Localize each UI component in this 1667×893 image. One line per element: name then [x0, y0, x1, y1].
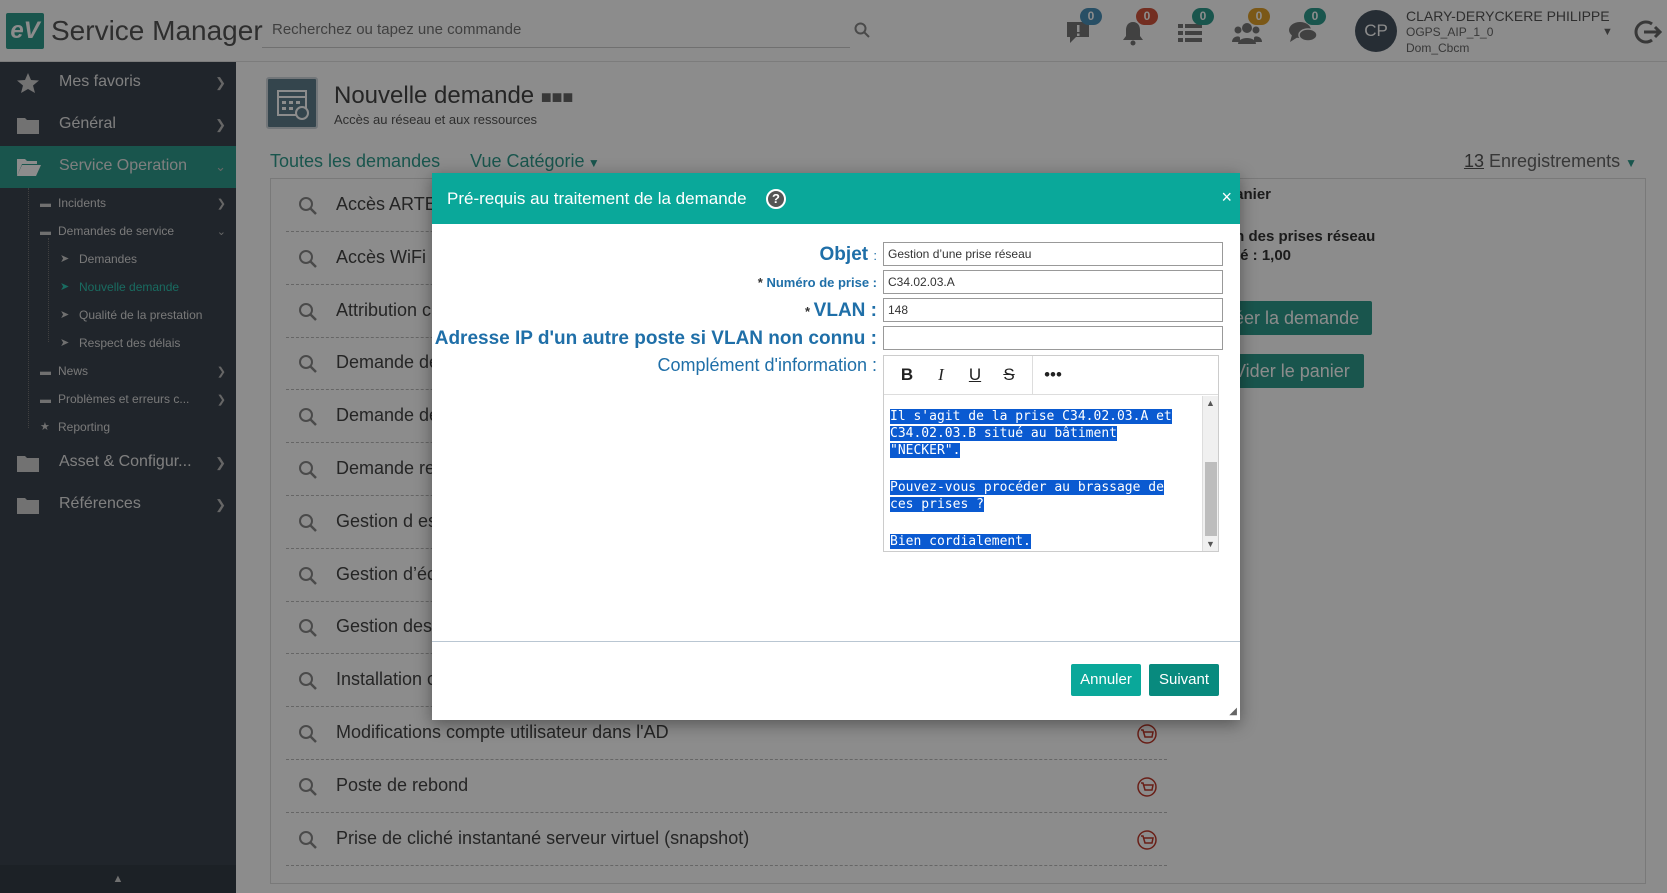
underline-icon[interactable]: U	[962, 364, 988, 386]
objet-label-text: Objet	[819, 244, 869, 265]
rich-text-editor[interactable]: B I U S ••• Il s'agit de la prise C34.02…	[883, 355, 1219, 552]
next-button[interactable]: Suivant	[1149, 664, 1219, 696]
editor-content[interactable]: Il s'agit de la prise C34.02.03.A et C34…	[884, 396, 1201, 551]
vlan-field[interactable]	[883, 298, 1223, 322]
help-icon[interactable]: ?	[766, 189, 786, 209]
prerequisites-dialog: Pré-requis au traitement de la demande ?…	[432, 173, 1240, 720]
editor-paragraph: Pouvez-vous procéder au brassage de ces …	[890, 479, 1195, 513]
selected-text: Bien cordialement.	[890, 534, 1031, 549]
ip-label: Adresse IP d'un autre poste si VLAN non …	[434, 328, 877, 349]
editor-scrollbar[interactable]: ▲ ▼	[1202, 396, 1218, 551]
selected-text: Il s'agit de la prise C34.02.03.A et C34…	[890, 409, 1172, 458]
dialog-header: Pré-requis au traitement de la demande ?…	[432, 173, 1240, 224]
scroll-thumb[interactable]	[1205, 462, 1217, 536]
scroll-up-icon[interactable]: ▲	[1206, 398, 1215, 408]
resize-handle-icon[interactable]: ◢	[1229, 706, 1237, 717]
objet-label: Objet :	[820, 244, 877, 266]
editor-toolbar: B I U S •••	[884, 356, 1218, 395]
numero-prise-label-text: Numéro de prise :	[766, 275, 877, 290]
ip-field[interactable]	[883, 326, 1223, 350]
label-colon: :	[873, 248, 877, 263]
dialog-title: Pré-requis au traitement de la demande	[447, 189, 747, 208]
required-marker: *	[805, 304, 814, 319]
vlan-label-text: VLAN :	[813, 300, 877, 321]
numero-prise-label: * Numéro de prise :	[758, 275, 877, 290]
vlan-label: * VLAN :	[805, 300, 877, 322]
selected-text: Pouvez-vous procéder au brassage de ces …	[890, 480, 1164, 512]
italic-icon[interactable]: I	[928, 364, 954, 386]
bold-icon[interactable]: B	[894, 364, 920, 386]
cancel-button[interactable]: Annuler	[1071, 664, 1141, 696]
complement-label: Complément d'information :	[657, 355, 877, 375]
editor-paragraph: Bien cordialement.	[890, 533, 1195, 550]
objet-field[interactable]	[883, 242, 1223, 266]
more-options-icon[interactable]: •••	[1040, 364, 1066, 386]
dialog-divider	[432, 641, 1240, 642]
scroll-down-icon[interactable]: ▼	[1206, 539, 1215, 549]
editor-paragraph: Il s'agit de la prise C34.02.03.A et C34…	[890, 408, 1195, 459]
numero-prise-field[interactable]	[883, 270, 1223, 294]
strikethrough-icon[interactable]: S	[996, 364, 1022, 386]
toolbar-divider	[1032, 356, 1033, 395]
close-icon[interactable]: ×	[1221, 187, 1232, 208]
